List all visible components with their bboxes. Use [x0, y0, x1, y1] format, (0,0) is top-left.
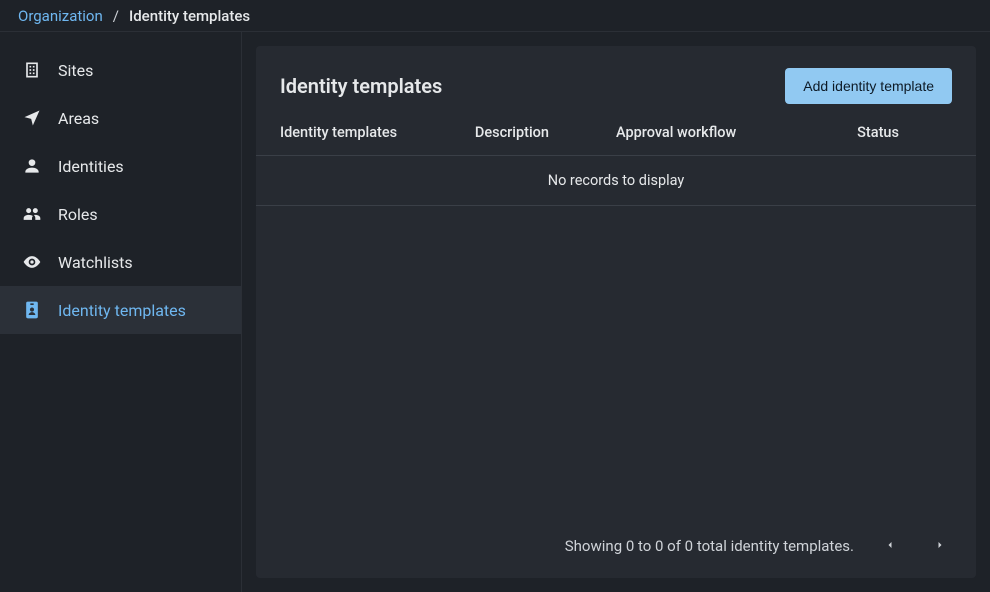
column-header-approval-workflow[interactable]: Approval workflow: [616, 124, 804, 141]
breadcrumb-current: Identity templates: [129, 7, 250, 25]
person-icon: [20, 154, 44, 178]
empty-state-message: No records to display: [256, 156, 976, 206]
eye-icon: [20, 250, 44, 274]
sidebar-item-sites[interactable]: Sites: [0, 46, 241, 94]
panel: Identity templates Add identity template…: [256, 46, 976, 578]
panel-footer: Showing 0 to 0 of 0 total identity templ…: [256, 516, 976, 578]
next-page-button[interactable]: [926, 532, 954, 560]
sidebar-item-label: Identities: [58, 157, 124, 176]
sidebar-item-identities[interactable]: Identities: [0, 142, 241, 190]
sidebar-item-label: Roles: [58, 205, 98, 224]
sidebar-item-label: Identity templates: [58, 301, 186, 320]
sidebar-item-label: Areas: [58, 109, 99, 128]
sidebar-item-watchlists[interactable]: Watchlists: [0, 238, 241, 286]
breadcrumb-root-link[interactable]: Organization: [18, 7, 103, 25]
column-header-identity-templates[interactable]: Identity templates: [280, 124, 475, 141]
column-header-description[interactable]: Description: [475, 124, 616, 141]
add-identity-template-button[interactable]: Add identity template: [785, 68, 952, 104]
sidebar-item-identity-templates[interactable]: Identity templates: [0, 286, 241, 334]
id-badge-icon: [20, 298, 44, 322]
location-arrow-icon: [20, 106, 44, 130]
breadcrumb-separator: /: [113, 7, 119, 25]
breadcrumb: Organization / Identity templates: [0, 0, 990, 32]
people-icon: [20, 202, 44, 226]
sidebar-item-areas[interactable]: Areas: [0, 94, 241, 142]
sidebar-item-label: Sites: [58, 61, 93, 80]
table-header-row: Identity templates Description Approval …: [256, 124, 976, 156]
column-header-status[interactable]: Status: [804, 124, 952, 141]
previous-page-button[interactable]: [876, 532, 904, 560]
page-title: Identity templates: [280, 74, 442, 98]
sidebar-item-label: Watchlists: [58, 253, 133, 272]
sidebar: Sites Areas Identities Roles Watchlists: [0, 32, 242, 592]
pagination-summary: Showing 0 to 0 of 0 total identity templ…: [565, 537, 854, 555]
chevron-right-icon: [934, 537, 946, 555]
sidebar-item-roles[interactable]: Roles: [0, 190, 241, 238]
panel-header: Identity templates Add identity template: [256, 46, 976, 124]
main-content: Identity templates Add identity template…: [242, 32, 990, 592]
building-icon: [20, 58, 44, 82]
chevron-left-icon: [884, 537, 896, 555]
